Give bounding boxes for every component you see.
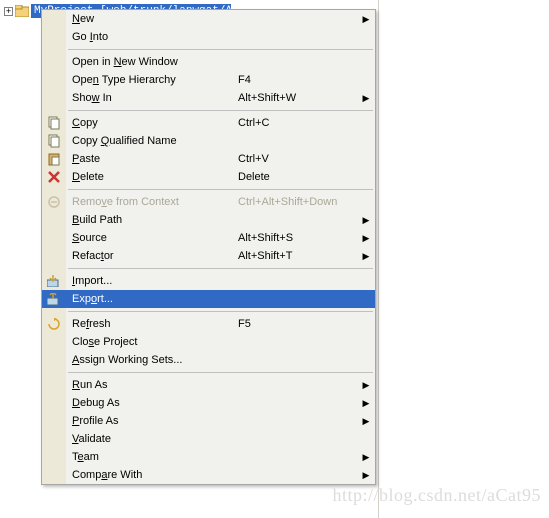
- menu-shortcut: Ctrl+V: [238, 153, 361, 165]
- menu-separator: [68, 110, 373, 111]
- delete-icon: [42, 168, 66, 186]
- menu-shortcut: Alt+Shift+W: [238, 92, 361, 104]
- menu-label: Open Type Hierarchy: [66, 74, 238, 86]
- menu-separator: [68, 189, 373, 190]
- menu-profile-as[interactable]: Profile As ▶: [42, 412, 375, 430]
- menu-validate[interactable]: Validate: [42, 430, 375, 448]
- context-menu: New ▶ Go Into Open in New Window Open Ty…: [41, 9, 376, 485]
- submenu-arrow-icon: ▶: [361, 380, 371, 391]
- menu-export[interactable]: Export...: [42, 290, 375, 308]
- submenu-arrow-icon: ▶: [361, 233, 371, 244]
- menu-shortcut: Ctrl+Alt+Shift+Down: [238, 196, 361, 208]
- export-icon: [42, 290, 66, 308]
- menu-label: Export...: [66, 293, 238, 305]
- menu-label: Remove from Context: [66, 196, 238, 208]
- submenu-arrow-icon: ▶: [361, 452, 371, 463]
- menu-label: Assign Working Sets...: [66, 354, 238, 366]
- menu-label: Compare With: [66, 469, 238, 481]
- menu-separator: [68, 268, 373, 269]
- menu-import[interactable]: Import...: [42, 272, 375, 290]
- menu-assign-working-sets[interactable]: Assign Working Sets...: [42, 351, 375, 369]
- menu-separator: [68, 311, 373, 312]
- menu-label: Close Project: [66, 336, 238, 348]
- menu-label: Refactor: [66, 250, 238, 262]
- menu-label: Profile As: [66, 415, 238, 427]
- menu-label: Validate: [66, 433, 238, 445]
- copy-icon: [42, 114, 66, 132]
- submenu-arrow-icon: ▶: [361, 398, 371, 409]
- copy-qn-icon: [42, 132, 66, 150]
- menu-open-new-window[interactable]: Open in New Window: [42, 53, 375, 71]
- menu-label: Copy Qualified Name: [66, 135, 238, 147]
- menu-shortcut: Ctrl+C: [238, 117, 361, 129]
- watermark-text: http://blog.csdn.net/aCat95: [333, 485, 541, 506]
- menu-separator: [68, 49, 373, 50]
- paste-icon: [42, 150, 66, 168]
- refresh-icon: [42, 315, 66, 333]
- menu-label: Import...: [66, 275, 238, 287]
- menu-run-as[interactable]: Run As ▶: [42, 376, 375, 394]
- menu-label: Open in New Window: [66, 56, 238, 68]
- menu-shortcut: F4: [238, 74, 361, 86]
- menu-remove-from-context: Remove from Context Ctrl+Alt+Shift+Down: [42, 193, 375, 211]
- menu-delete[interactable]: Delete Delete: [42, 168, 375, 186]
- submenu-arrow-icon: ▶: [361, 416, 371, 427]
- menu-shortcut: Alt+Shift+S: [238, 232, 361, 244]
- menu-label: Debug As: [66, 397, 238, 409]
- submenu-arrow-icon: ▶: [361, 14, 371, 25]
- submenu-arrow-icon: ▶: [361, 251, 371, 262]
- submenu-arrow-icon: ▶: [361, 215, 371, 226]
- menu-label: Copy: [66, 117, 238, 129]
- menu-label: Show In: [66, 92, 238, 104]
- menu-open-type-hierarchy[interactable]: Open Type Hierarchy F4: [42, 71, 375, 89]
- menu-shortcut: Delete: [238, 171, 361, 183]
- menu-label: Refresh: [66, 318, 238, 330]
- menu-label: Delete: [66, 171, 238, 183]
- menu-separator: [68, 372, 373, 373]
- menu-label: Run As: [66, 379, 238, 391]
- menu-label: New: [66, 13, 238, 25]
- menu-label: Go Into: [66, 31, 238, 43]
- menu-team[interactable]: Team ▶: [42, 448, 375, 466]
- menu-shortcut: Alt+Shift+T: [238, 250, 361, 262]
- menu-label: Team: [66, 451, 238, 463]
- menu-label: Paste: [66, 153, 238, 165]
- menu-refresh[interactable]: Refresh F5: [42, 315, 375, 333]
- submenu-arrow-icon: ▶: [361, 93, 371, 104]
- menu-source[interactable]: Source Alt+Shift+S ▶: [42, 229, 375, 247]
- menu-new[interactable]: New ▶: [42, 10, 375, 28]
- menu-show-in[interactable]: Show In Alt+Shift+W ▶: [42, 89, 375, 107]
- menu-debug-as[interactable]: Debug As ▶: [42, 394, 375, 412]
- menu-go-into[interactable]: Go Into: [42, 28, 375, 46]
- blank-icon: [42, 10, 66, 28]
- remove-context-icon: [42, 193, 66, 211]
- import-icon: [42, 272, 66, 290]
- menu-paste[interactable]: Paste Ctrl+V: [42, 150, 375, 168]
- menu-close-project[interactable]: Close Project: [42, 333, 375, 351]
- menu-copy-qualified-name[interactable]: Copy Qualified Name: [42, 132, 375, 150]
- menu-build-path[interactable]: Build Path ▶: [42, 211, 375, 229]
- tree-expand-icon[interactable]: +: [4, 7, 13, 16]
- menu-compare-with[interactable]: Compare With ▶: [42, 466, 375, 484]
- menu-refactor[interactable]: Refactor Alt+Shift+T ▶: [42, 247, 375, 265]
- pane-divider: [378, 0, 379, 518]
- project-folder-icon: [15, 5, 29, 17]
- menu-label: Build Path: [66, 214, 238, 226]
- menu-label: Source: [66, 232, 238, 244]
- menu-shortcut: F5: [238, 318, 361, 330]
- submenu-arrow-icon: ▶: [361, 470, 371, 481]
- menu-copy[interactable]: Copy Ctrl+C: [42, 114, 375, 132]
